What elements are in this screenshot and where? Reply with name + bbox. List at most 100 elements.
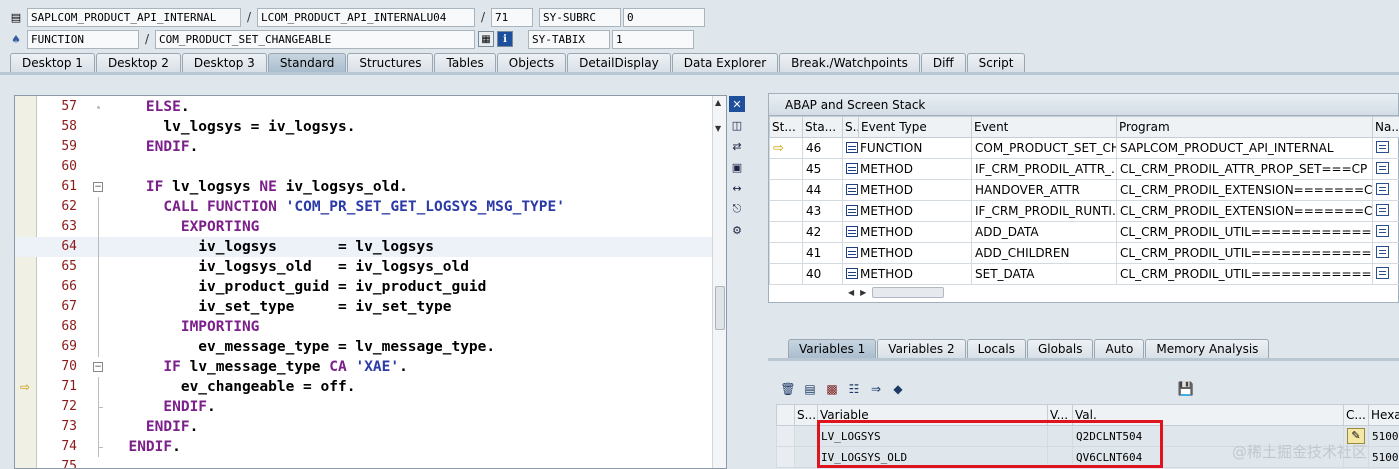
stack-row[interactable]: 44 METHOD HANDOVER_ATTR CL_CRM_PRODIL_EXTEN… xyxy=(769,179,1399,201)
code-line[interactable]: 69 ev_message_type = lv_message_type. xyxy=(15,337,713,357)
tab-desktop-3[interactable]: Desktop 3 xyxy=(181,53,267,73)
hierarchy-icon[interactable]: ☷ xyxy=(846,381,862,397)
save-icon[interactable]: 💾 xyxy=(1178,381,1194,397)
fold-toggle-icon[interactable]: − xyxy=(93,362,103,372)
code-text[interactable]: ENDIF. xyxy=(111,137,198,157)
replace-tool-icon[interactable]: ⇄ xyxy=(729,138,745,154)
col-change[interactable]: C... xyxy=(1343,404,1369,426)
col-var-v[interactable]: V... xyxy=(1047,404,1073,426)
stack-row[interactable]: 45 METHOD IF_CRM_PRODIL_ATTR_... CL_CRM_PRO… xyxy=(769,158,1399,180)
tab-diff[interactable]: Diff xyxy=(920,53,966,73)
stack-horizontal-scrollbar[interactable]: ◀ ▶ xyxy=(848,285,1032,299)
tab-breakpoints[interactable]: Break./Watchpoints xyxy=(779,53,920,73)
tab-desktop-2[interactable]: Desktop 2 xyxy=(95,53,181,73)
row-selector[interactable] xyxy=(776,425,795,447)
tab-tables[interactable]: Tables xyxy=(434,53,496,73)
tab-desktop-1[interactable]: Desktop 1 xyxy=(10,53,95,73)
code-text[interactable]: ENDIF. xyxy=(111,417,198,437)
code-line[interactable]: 65 iv_logsys_old = iv_logsys_old xyxy=(15,257,713,277)
code-text[interactable]: ev_changeable = off. xyxy=(111,377,356,397)
maximize-tool-icon[interactable]: ▣ xyxy=(729,159,745,175)
code-line[interactable]: 67 iv_set_type = iv_set_type xyxy=(15,297,713,317)
code-text[interactable]: iv_product_guid = iv_product_guid xyxy=(111,277,486,297)
delete-icon[interactable]: 🗑 xyxy=(780,381,796,397)
code-text[interactable]: EXPORTING xyxy=(111,217,260,237)
code-line[interactable]: 72 ENDIF. xyxy=(15,397,713,417)
event-type-field[interactable]: FUNCTION xyxy=(27,29,139,49)
scroll-track[interactable] xyxy=(872,286,945,298)
col-value[interactable]: Val. xyxy=(1072,404,1344,426)
scroll-up-icon[interactable]: ▲ xyxy=(715,98,721,107)
col-event-type[interactable]: Event Type xyxy=(858,116,972,138)
navigate-source-icon[interactable] xyxy=(1376,266,1389,279)
col-stack-step[interactable]: Sta... xyxy=(802,116,843,138)
tab-objects[interactable]: Objects xyxy=(496,53,567,73)
event-field[interactable]: COM_PRODUCT_SET_CHANGEABLE xyxy=(155,29,475,49)
program-field[interactable]: SAPLCOM_PRODUCT_API_INTERNAL xyxy=(27,7,241,27)
navigate-source-icon[interactable] xyxy=(1376,224,1389,237)
tab-data-explorer[interactable]: Data Explorer xyxy=(671,53,779,73)
code-line[interactable]: 70 − IF lv_message_type CA 'XAE'. xyxy=(15,357,713,377)
code-text[interactable]: iv_logsys = lv_logsys xyxy=(111,237,434,257)
scroll-down-icon[interactable]: ▼ xyxy=(715,124,721,133)
scroll-thumb[interactable] xyxy=(715,286,725,330)
source-code-editor[interactable]: 57 ELSE. 58 lv_logsys = iv_logsys. 59 ENDI… xyxy=(14,95,727,469)
include-field[interactable]: LCOM_PRODUCT_API_INTERNALU04 xyxy=(257,7,475,27)
code-text[interactable]: ELSE. xyxy=(111,97,190,117)
code-text[interactable]: IMPORTING xyxy=(111,317,260,337)
code-text[interactable]: CALL FUNCTION 'COM_PR_SET_GET_LOGSYS_MSG… xyxy=(111,197,565,217)
stack-row[interactable]: 43 METHOD IF_CRM_PRODIL_RUNTI... CL_CRM_PRO… xyxy=(769,200,1399,222)
code-line[interactable]: 59 ENDIF. xyxy=(15,137,713,157)
code-line[interactable]: 62 CALL FUNCTION 'COM_PR_SET_GET_LOGSYS_… xyxy=(15,197,713,217)
col-stack-level[interactable]: St... xyxy=(769,116,803,138)
tab-variables-1[interactable]: Variables 1 xyxy=(788,339,877,359)
display-source-icon[interactable]: ▦ xyxy=(478,31,494,47)
code-text[interactable]: iv_set_type = iv_set_type xyxy=(111,297,451,317)
stack-row[interactable]: ⇨ 46 FUNCTION COM_PRODUCT_SET_CH... SAPLCOM_… xyxy=(769,137,1399,159)
tab-auto[interactable]: Auto xyxy=(1094,339,1145,359)
services-tool-icon[interactable]: ⎋ xyxy=(729,201,745,217)
code-text[interactable]: lv_logsys = iv_logsys. xyxy=(111,117,355,137)
col-variable[interactable]: Variable xyxy=(817,404,1048,426)
tab-detail-display[interactable]: DetailDisplay xyxy=(567,53,671,73)
fold-toggle-icon[interactable]: − xyxy=(93,182,103,192)
list-icon[interactable]: ▤ xyxy=(802,381,818,397)
code-line[interactable]: 74 ENDIF. xyxy=(15,437,713,457)
close-tool-icon[interactable]: ✕ xyxy=(729,96,745,112)
new-tool-icon[interactable]: ◫ xyxy=(729,117,745,133)
tab-globals[interactable]: Globals xyxy=(1026,339,1094,359)
code-line[interactable]: 60 xyxy=(15,157,713,177)
code-text[interactable]: ENDIF. xyxy=(111,437,180,457)
col-program[interactable]: Program xyxy=(1116,116,1373,138)
col-var-status[interactable]: S... xyxy=(794,404,818,426)
navigate-source-icon[interactable] xyxy=(1376,140,1389,153)
tab-standard[interactable]: Standard xyxy=(267,53,347,73)
code-text[interactable]: ev_message_type = lv_message_type. xyxy=(111,337,495,357)
code-line[interactable]: 58 lv_logsys = iv_logsys. xyxy=(15,117,713,137)
code-line[interactable]: 68 IMPORTING xyxy=(15,317,713,337)
row-selector[interactable] xyxy=(776,446,795,468)
navigate-source-icon[interactable] xyxy=(1376,182,1389,195)
info-icon[interactable]: i xyxy=(497,31,513,47)
code-text[interactable]: ENDIF. xyxy=(111,397,215,417)
scroll-left-icon[interactable]: ◀ xyxy=(848,288,854,297)
navigate-source-icon[interactable] xyxy=(1376,245,1389,258)
code-line[interactable]: 71 ⇨ ev_changeable = off. xyxy=(15,377,713,397)
tab-structures[interactable]: Structures xyxy=(347,53,434,73)
code-text[interactable]: IF lv_logsys NE iv_logsys_old. xyxy=(111,177,408,197)
tag-icon[interactable]: ◆ xyxy=(890,381,906,397)
variable-name[interactable]: LV_LOGSYS xyxy=(817,425,1048,447)
code-text[interactable]: IF lv_message_type CA 'XAE'. xyxy=(111,357,407,377)
tab-script[interactable]: Script xyxy=(966,53,1026,73)
col-event[interactable]: Event xyxy=(971,116,1117,138)
scroll-right-icon[interactable]: ▶ xyxy=(860,288,866,297)
code-line[interactable]: 66 iv_product_guid = iv_product_guid xyxy=(15,277,713,297)
code-text[interactable]: iv_logsys_old = iv_logsys_old xyxy=(111,257,469,277)
code-line[interactable]: 63 EXPORTING xyxy=(15,217,713,237)
swap-tool-icon[interactable]: ↔ xyxy=(729,180,745,196)
code-line[interactable]: 57 ELSE. xyxy=(15,97,713,117)
import-icon[interactable]: ▩ xyxy=(824,381,840,397)
navigate-source-icon[interactable] xyxy=(1376,161,1389,174)
tab-memory-analysis[interactable]: Memory Analysis xyxy=(1145,339,1270,359)
stack-row[interactable]: 42 METHOD ADD_DATA CL_CRM_PRODIL_UTIL======… xyxy=(769,221,1399,243)
